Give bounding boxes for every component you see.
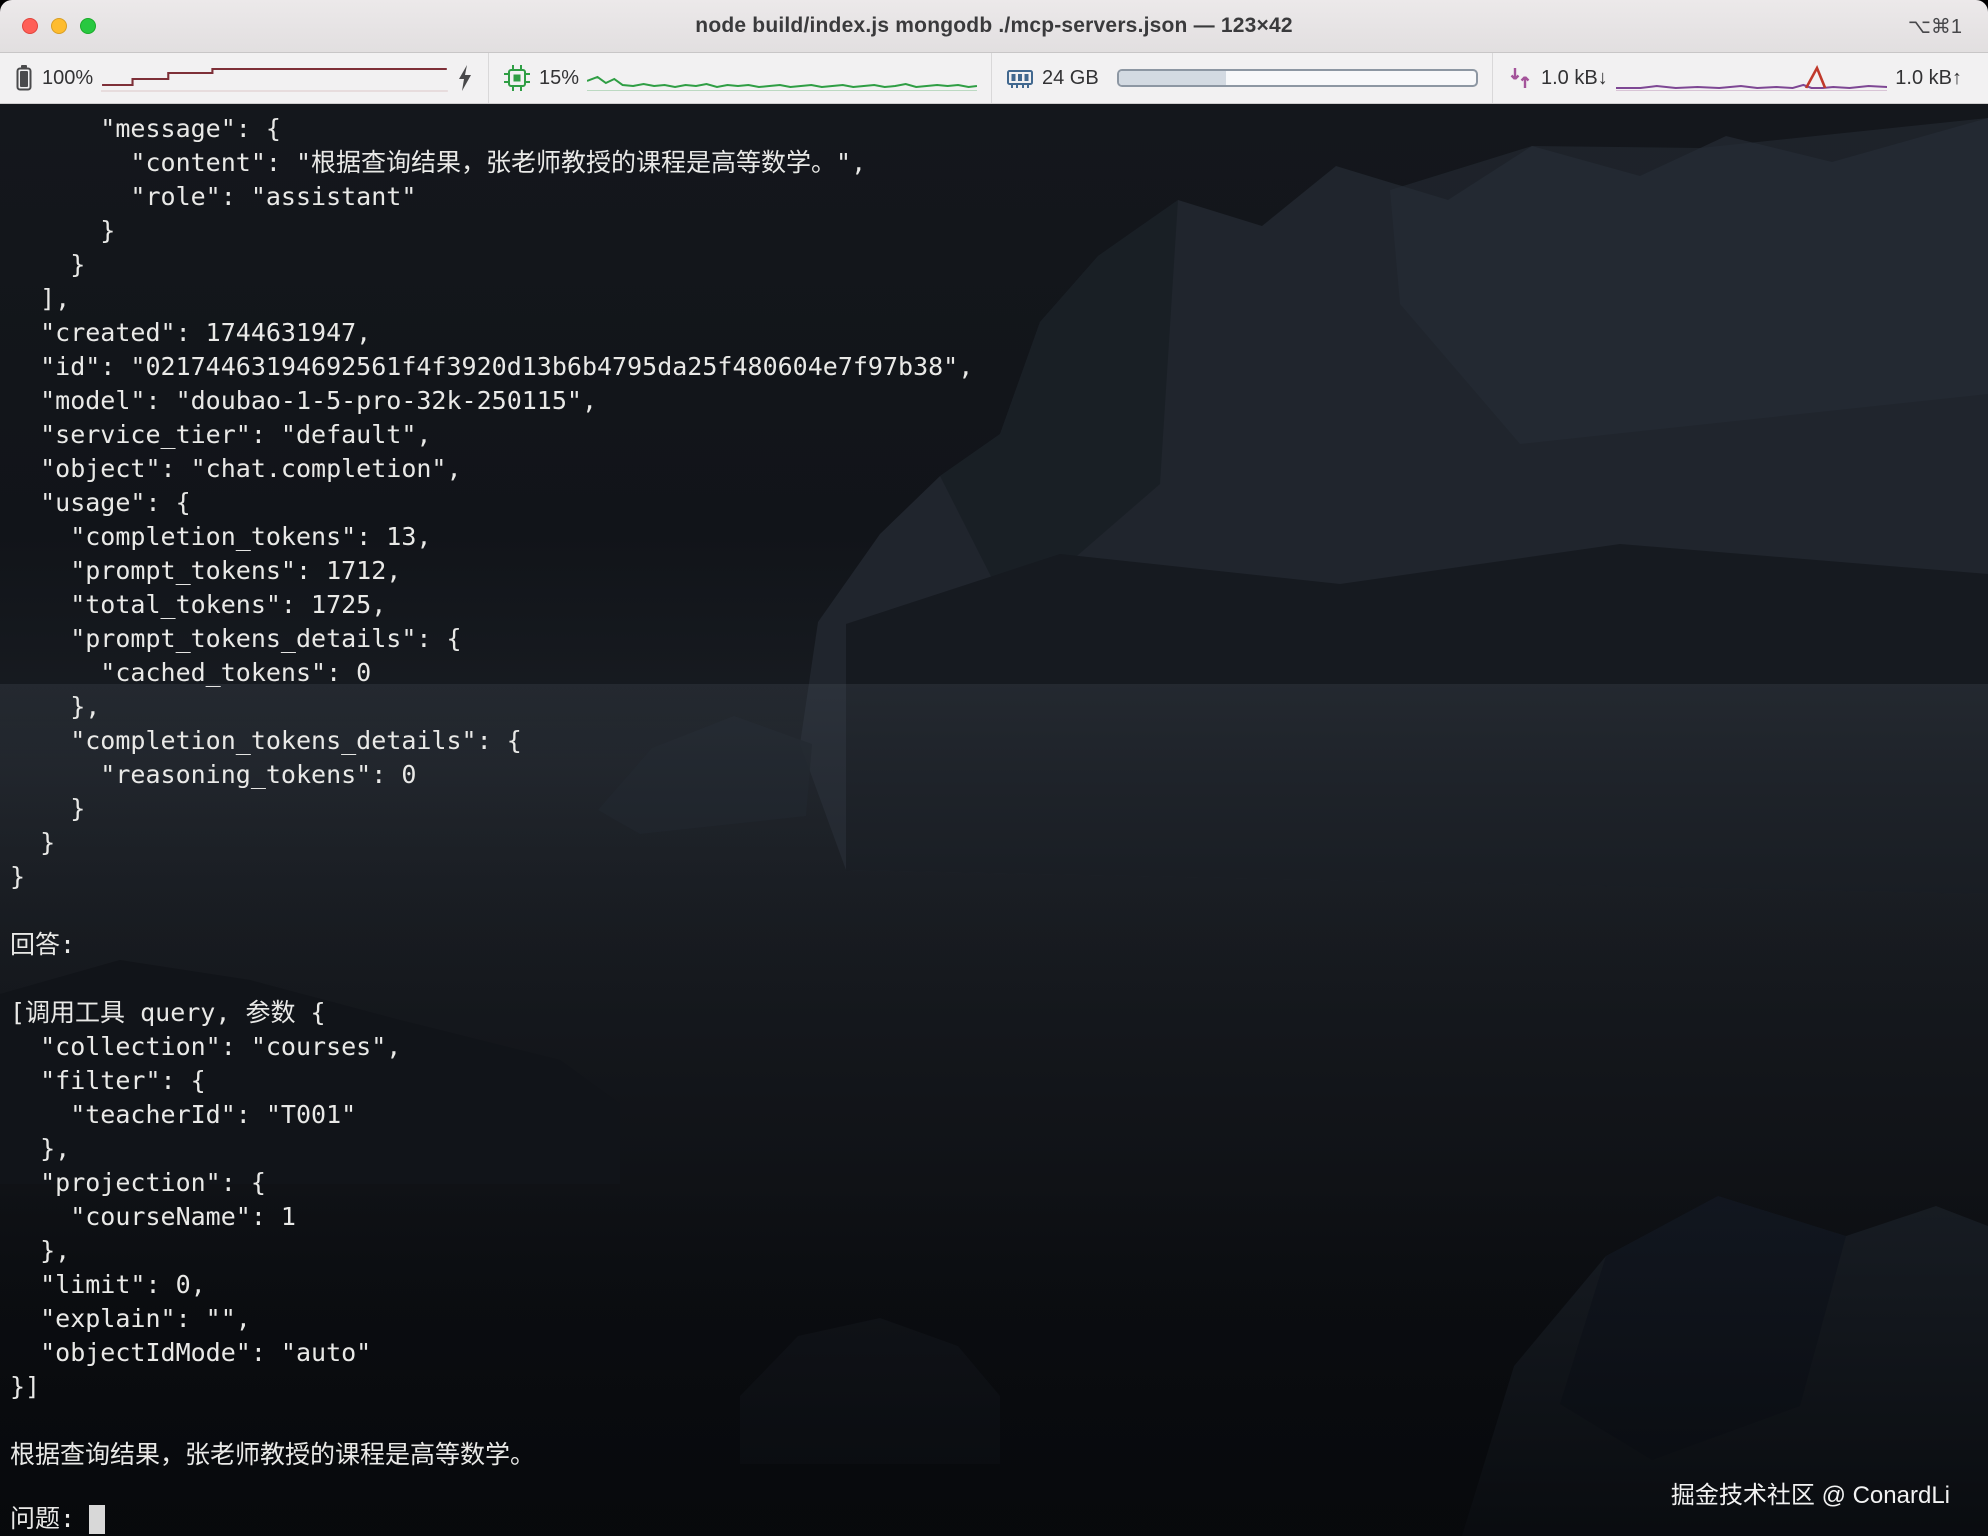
battery-graph <box>101 64 448 92</box>
network-up-label: 1.0 kB↑ <box>1895 67 1962 90</box>
terminal-cursor <box>89 1505 105 1534</box>
memory-bar-fill <box>1119 71 1226 85</box>
terminal-screen[interactable]: "message": { "content": "根据查询结果，张老师教授的课程… <box>0 104 1988 1536</box>
memory-icon <box>1006 64 1034 92</box>
network-graph <box>1616 64 1888 92</box>
prompt-label: 问题: <box>10 1502 75 1536</box>
minimize-button[interactable] <box>51 18 67 34</box>
memory-label: 24 GB <box>1042 67 1099 90</box>
titlebar: node build/index.js mongodb ./mcp-server… <box>0 0 1988 53</box>
close-button[interactable] <box>22 18 38 34</box>
charging-bolt-icon <box>456 64 474 92</box>
statusbar-memory-section: 24 GB <box>991 53 1492 103</box>
terminal-output: "message": { "content": "根据查询结果，张老师教授的课程… <box>0 104 1988 1472</box>
statusbar: 100% 15% <box>0 53 1988 104</box>
statusbar-network-section: 1.0 kB↓ 1.0 kB↑ <box>1492 53 1988 103</box>
cpu-graph <box>587 64 977 92</box>
battery-icon <box>14 63 34 93</box>
statusbar-cpu-section: 15% <box>488 53 991 103</box>
zoom-button[interactable] <box>80 18 96 34</box>
statusbar-battery-section: 100% <box>0 53 488 103</box>
cpu-icon <box>503 64 531 92</box>
network-icon <box>1507 65 1533 91</box>
window-title: node build/index.js mongodb ./mcp-server… <box>0 14 1988 38</box>
memory-bar <box>1117 69 1478 87</box>
window-shortcut-badge: ⌥⌘1 <box>1908 14 1988 39</box>
terminal-window: node build/index.js mongodb ./mcp-server… <box>0 0 1988 1536</box>
cpu-percent: 15% <box>539 67 579 90</box>
watermark: 掘金技术社区 @ ConardLi <box>1671 1475 1950 1510</box>
traffic-lights <box>0 18 96 34</box>
network-down-label: 1.0 kB↓ <box>1541 67 1608 90</box>
battery-percent: 100% <box>42 67 93 90</box>
